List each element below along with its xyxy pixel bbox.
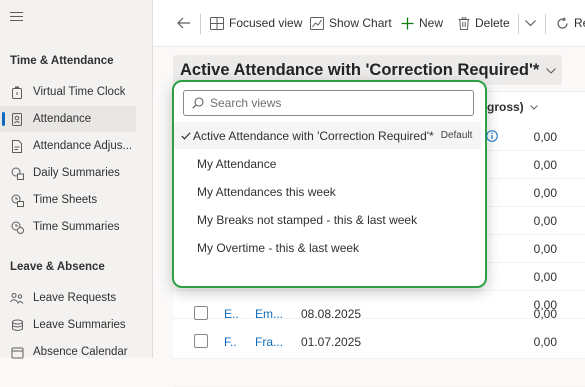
view-option-label: My Breaks not stamped - this & last week	[197, 212, 418, 227]
sidebar-item-leave-requests[interactable]: Leave Requests	[0, 285, 136, 311]
sidebar-item-label: Time Summaries	[33, 221, 120, 233]
gross-value: 0,00	[533, 130, 557, 144]
toolbar-divider	[200, 14, 201, 34]
people-request-icon	[10, 291, 24, 305]
gross-value: 0,00	[533, 214, 557, 228]
toolbar-divider	[518, 14, 519, 34]
group-title-time-attendance: Time & Attendance	[10, 55, 114, 67]
sidebar-item-label: Attendance Adjus...	[33, 140, 133, 152]
info-icon[interactable]	[486, 129, 499, 142]
view-option-my-overtime[interactable]: My Overtime - this & last week	[174, 234, 481, 261]
chart-icon	[310, 16, 324, 30]
command-bar: Focused view Show Chart New Delete Re	[153, 0, 585, 47]
view-option-my-attendance[interactable]: My Attendance	[174, 150, 481, 177]
sidebar-item-time-summaries[interactable]: Time Summaries	[0, 214, 136, 240]
focused-view-icon	[210, 16, 224, 30]
delete-label: Delete	[475, 16, 510, 30]
date-value: 01.07.2025	[301, 335, 362, 349]
view-option-active-attendance[interactable]: Active Attendance with 'Correction Requi…	[174, 122, 499, 149]
search-views-input[interactable]	[210, 96, 450, 110]
chevron-down-icon	[546, 63, 557, 77]
calendar-icon	[10, 345, 24, 359]
new-label: New	[419, 16, 444, 30]
refresh-button[interactable]: Re	[556, 0, 585, 46]
sidebar-item-attendance[interactable]: Attendance	[0, 106, 136, 132]
sidebar-item-label: Absence Calendar	[33, 346, 128, 358]
search-icon	[192, 97, 204, 109]
timer-icon	[10, 85, 24, 99]
group-title-leave-absence: Leave & Absence	[10, 261, 105, 273]
document-edit-icon	[10, 139, 24, 153]
view-option-label: My Attendances this week	[197, 184, 336, 199]
attendance-icon	[10, 112, 24, 126]
row-checkbox[interactable]	[194, 334, 208, 348]
view-option-my-breaks-not-stamped[interactable]: My Breaks not stamped - this & last week	[174, 206, 481, 233]
sidebar-item-label: Daily Summaries	[33, 167, 120, 179]
new-button[interactable]: New	[401, 0, 443, 46]
show-chart-button[interactable]: Show Chart	[310, 0, 392, 46]
sidebar-item-label: Virtual Time Clock	[33, 86, 126, 98]
sidebar-item-daily-summaries[interactable]: Daily Summaries	[0, 160, 136, 186]
time-summary-icon	[10, 220, 24, 234]
gross-value: 0,00	[533, 242, 557, 256]
sidebar-item-attendance-adjustments[interactable]: Attendance Adjus...	[0, 133, 136, 159]
employee-name-link[interactable]: Fra...	[255, 335, 283, 349]
column-header-label: (gross)	[483, 100, 524, 114]
view-option-label: My Overtime - this & last week	[197, 240, 360, 255]
chevron-down-icon	[530, 105, 538, 111]
table-row[interactable]: F.. Fra... 01.07.2025 0,00	[173, 334, 585, 387]
date-value: 08.08.2025	[301, 307, 362, 321]
column-header-gross[interactable]: (gross)	[483, 100, 538, 114]
sidebar-item-label: Leave Requests	[33, 292, 117, 304]
employee-name-link[interactable]: Em...	[255, 307, 283, 321]
checkmark-icon	[181, 131, 191, 140]
daily-summary-icon	[10, 166, 24, 180]
search-views-box[interactable]	[183, 90, 474, 116]
sidebar-item-absence-calendar[interactable]: Absence Calendar	[0, 339, 136, 365]
employee-id-link[interactable]: F..	[224, 335, 237, 349]
view-option-label: My Attendance	[197, 156, 277, 171]
view-title: Active Attendance with 'Correction Requi…	[180, 60, 540, 79]
sidebar-item-label: Leave Summaries	[33, 319, 126, 331]
view-selector-popup: Active Attendance with 'Correction Requi…	[172, 80, 499, 288]
row-checkbox[interactable]	[194, 306, 208, 320]
more-commands-button[interactable]	[525, 0, 541, 46]
view-option-my-attendances-this-week[interactable]: My Attendances this week	[174, 178, 481, 205]
plus-icon	[401, 17, 414, 30]
toolbar-divider	[545, 14, 546, 34]
gross-value: 0,00	[533, 270, 557, 284]
refresh-label: Re	[574, 16, 585, 30]
sidebar: Time & Attendance Virtual Time Clock Att…	[0, 0, 153, 358]
chevron-down-icon	[525, 19, 536, 27]
sidebar-item-label: Time Sheets	[33, 194, 98, 206]
arrow-left-icon	[177, 17, 191, 29]
sidebar-item-label: Attendance	[33, 113, 92, 125]
show-chart-label: Show Chart	[329, 16, 392, 30]
gross-value: 0,00	[533, 158, 557, 172]
delete-button[interactable]: Delete	[458, 0, 510, 46]
stack-icon	[10, 318, 24, 332]
gross-value: 0,00	[533, 335, 557, 349]
time-sheet-icon	[10, 193, 24, 207]
focused-view-label: Focused view	[229, 16, 303, 30]
focused-view-button[interactable]: Focused view	[210, 0, 302, 46]
sidebar-item-virtual-time-clock[interactable]: Virtual Time Clock	[0, 79, 136, 105]
trash-icon	[458, 17, 470, 30]
gross-value: 0,00	[533, 307, 557, 321]
employee-id-link[interactable]: E..	[224, 307, 239, 321]
sidebar-item-time-sheets[interactable]: Time Sheets	[0, 187, 136, 213]
sidebar-item-leave-summaries[interactable]: Leave Summaries	[0, 312, 136, 338]
gross-value: 0,00	[533, 186, 557, 200]
hamburger-menu-icon[interactable]	[10, 12, 23, 22]
view-option-label: Active Attendance with 'Correction Requi…	[193, 128, 434, 143]
default-badge: Default	[440, 130, 473, 141]
refresh-icon	[556, 16, 569, 30]
back-button[interactable]	[177, 0, 196, 46]
